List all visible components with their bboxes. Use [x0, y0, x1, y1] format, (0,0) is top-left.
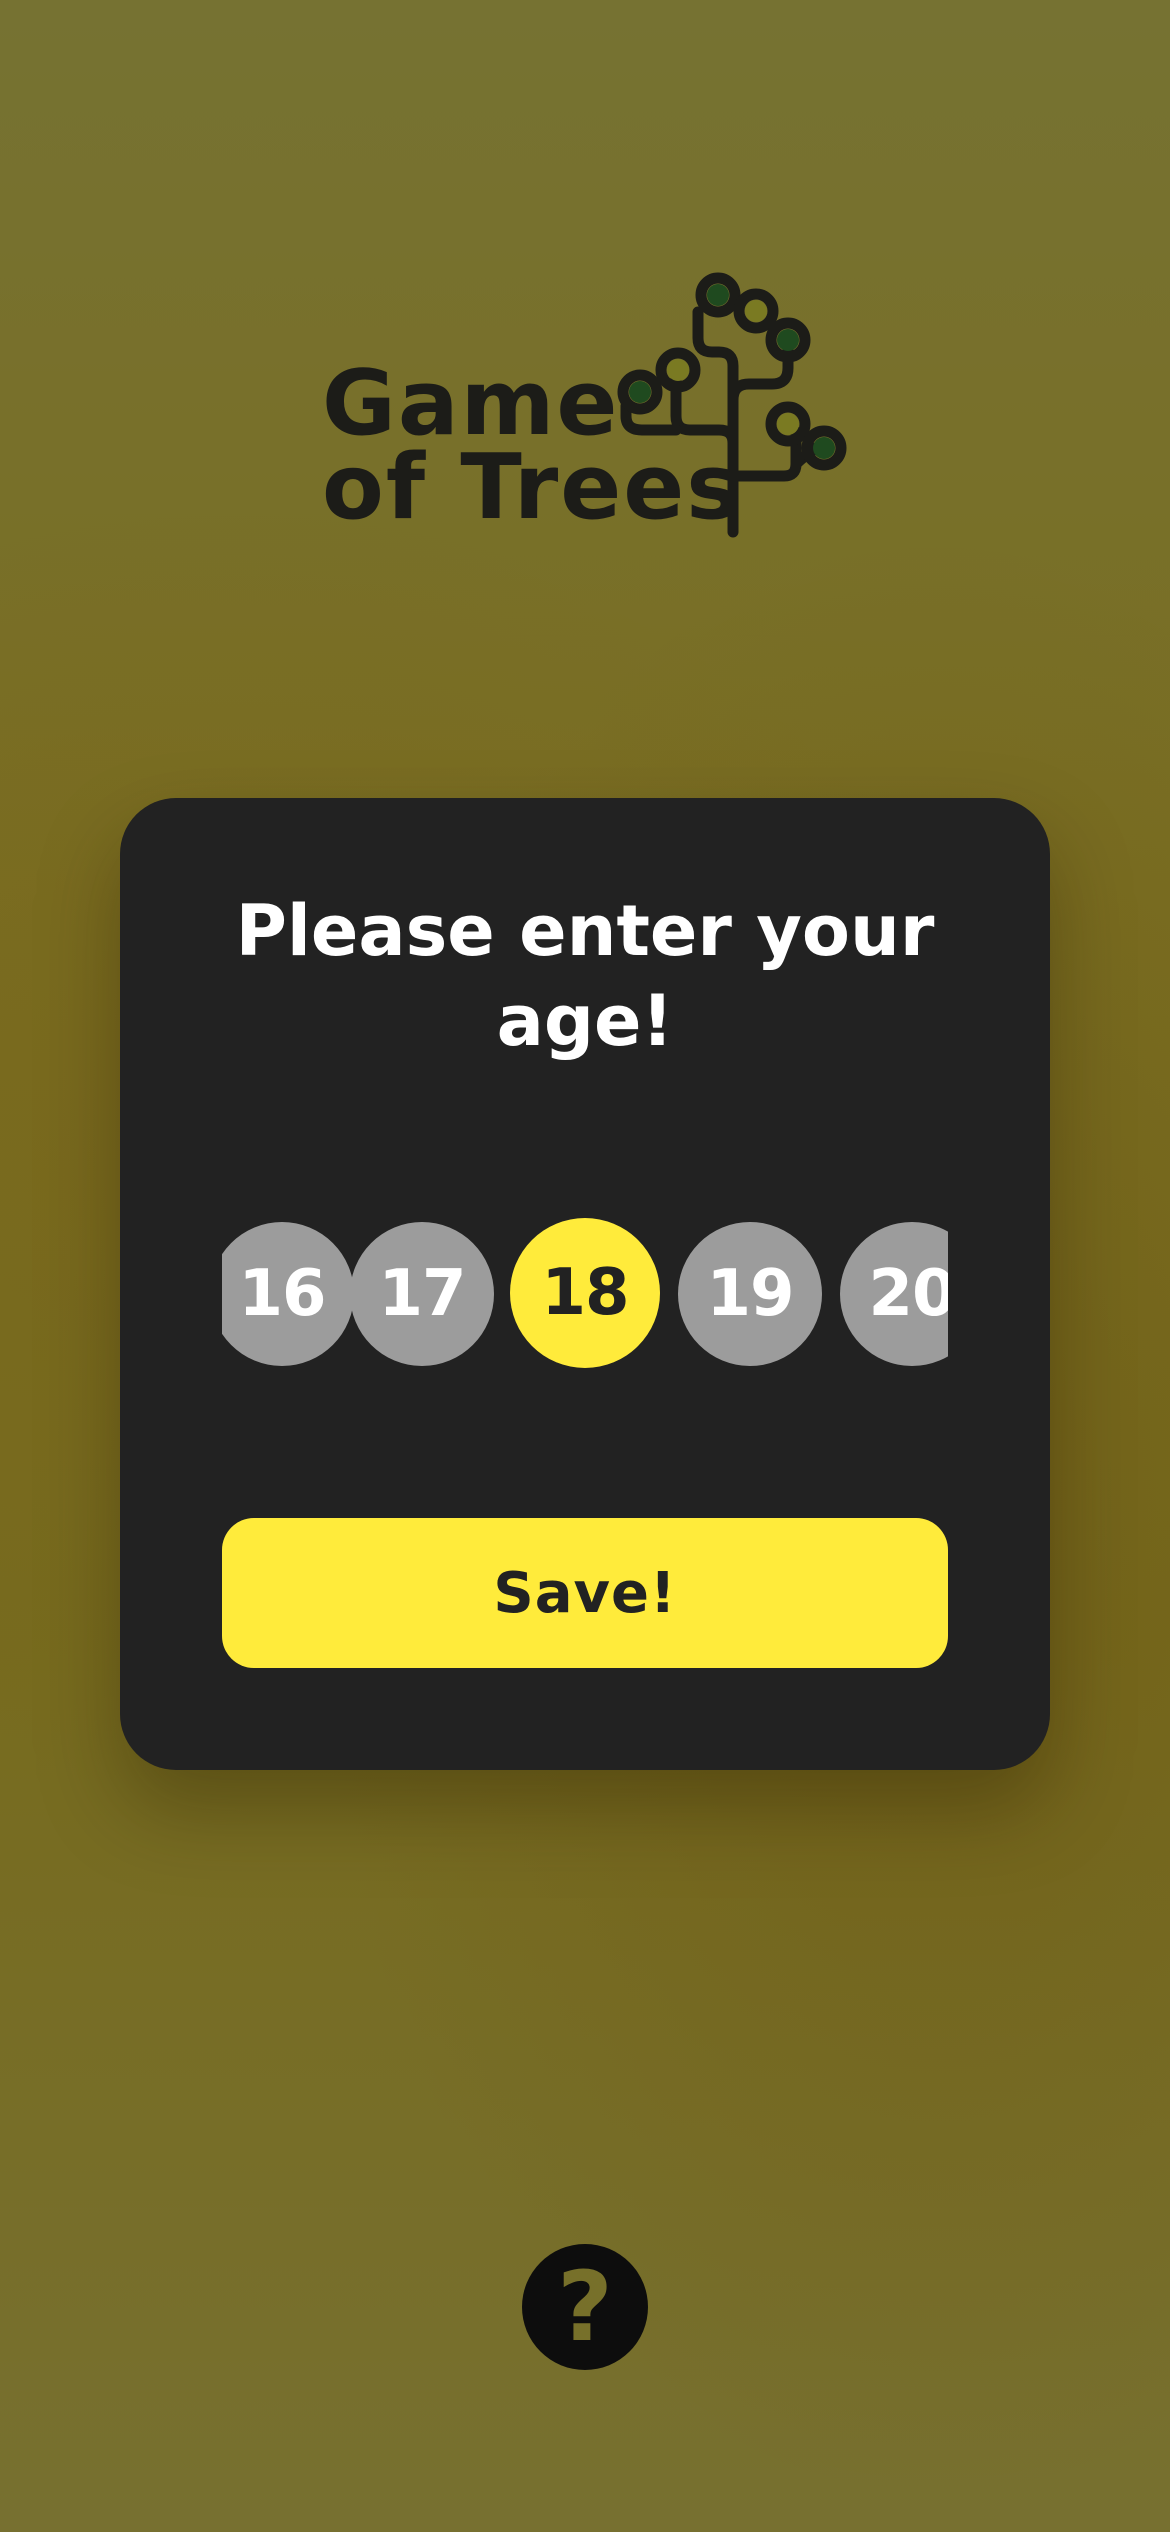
question-mark-icon: ?	[557, 2251, 613, 2363]
age-option-17[interactable]: 17	[350, 1222, 494, 1366]
save-button[interactable]: Save!	[222, 1518, 948, 1668]
help-button[interactable]: ?	[522, 2244, 648, 2370]
tree-icon	[617, 272, 847, 538]
age-option-18-selected[interactable]: 18	[510, 1218, 660, 1368]
dialog-title: Please enter your age!	[235, 890, 935, 1062]
app-logo: Game of Trees	[300, 260, 860, 580]
age-option-19[interactable]: 19	[678, 1222, 822, 1366]
age-picker[interactable]: 16 17 18 19 20	[222, 1218, 948, 1370]
age-option-20[interactable]: 20	[840, 1222, 948, 1366]
age-option-16[interactable]: 16	[222, 1222, 354, 1366]
age-dialog: Please enter your age! 16 17 18 19 20 Sa…	[120, 798, 1050, 1770]
